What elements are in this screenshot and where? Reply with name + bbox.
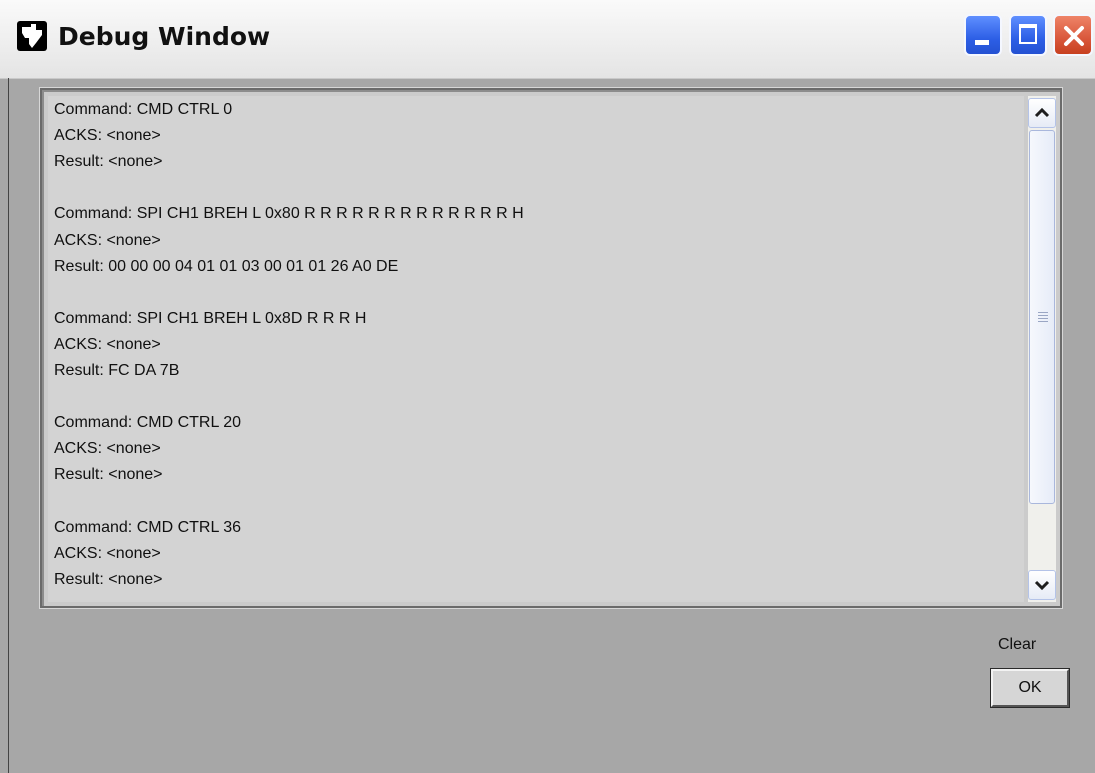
scroll-up-button[interactable] [1028,98,1056,128]
chevron-down-icon [1034,580,1050,591]
log-line: ACKS: <none> [54,335,161,353]
log-line: Command: CMD CTRL 36 [54,518,242,536]
log-line: Result: <none> [54,466,163,484]
close-icon [1064,26,1084,46]
ok-button[interactable]: OK [990,668,1070,708]
log-line: ACKS: <none> [54,440,161,458]
scroll-grip [1038,312,1048,313]
scroll-down-button[interactable] [1028,570,1056,600]
scroll-grip [1038,315,1048,316]
title-bar[interactable]: Debug Window [0,0,1095,79]
log-line: Result: FC DA 7B [54,362,180,379]
minimize-icon [975,40,989,45]
log-line: Command: SPI CH1 BREH L 0x80 R R R R R R… [54,205,524,223]
scroll-grip [1038,318,1048,319]
log-line: Result: 00 00 00 04 01 01 03 00 01 01 26… [54,257,399,275]
maximize-button[interactable] [1009,14,1047,56]
ti-logo-icon[interactable] [17,21,47,51]
log-panel: Command: CMD CTRL 0 ACKS: <none> Result: <… [40,88,1062,608]
maximize-icon [1019,24,1037,44]
log-line: ACKS: <none> [54,127,161,145]
log-line: ACKS: <none> [54,544,161,562]
clear-label[interactable]: Clear [998,636,1036,654]
debug-log[interactable]: Command: CMD CTRL 0 ACKS: <none> Result: <… [48,96,1024,602]
debug-window: Debug Window Command: CMD CTRL 0 ACKS: <n… [0,0,1095,773]
log-line: Command: CMD CTRL 20 [54,414,242,432]
minimize-button[interactable] [964,14,1002,56]
log-line: ACKS: <none> [54,231,161,249]
window-title: Debug Window [58,22,271,51]
log-line: Result: <none> [54,153,163,171]
window-border [8,78,9,773]
log-scrollbar[interactable] [1028,96,1056,602]
log-line: Command: SPI CH1 BREH L 0x8D R R R H [54,309,367,327]
close-button[interactable] [1053,14,1093,56]
scroll-grip [1038,321,1048,322]
scroll-thumb[interactable] [1029,130,1055,504]
log-line: Result: <none> [54,570,163,588]
log-line: Command: CMD CTRL 0 [54,101,233,118]
chevron-up-icon [1034,107,1050,118]
